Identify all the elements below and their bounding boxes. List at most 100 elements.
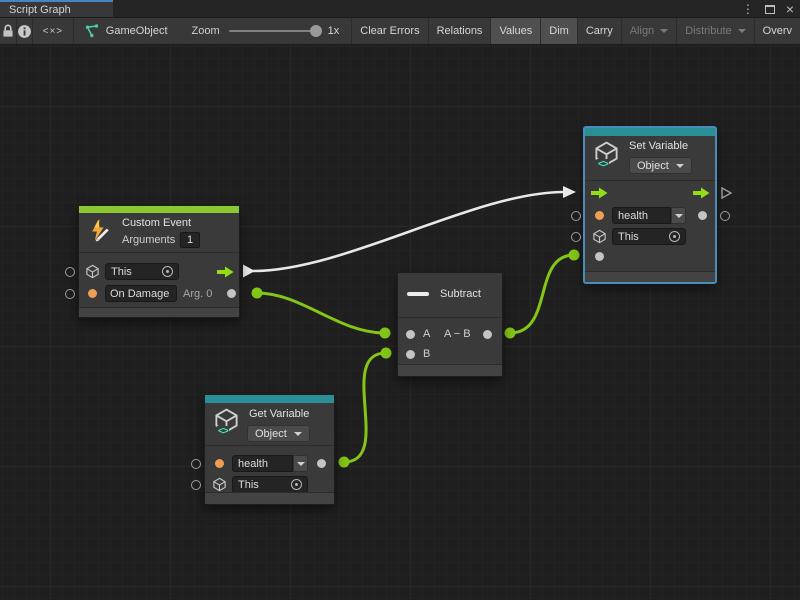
node-footer [79,307,239,317]
scope-value: Object [255,428,287,440]
value-output-port[interactable] [698,211,707,220]
result-output-port[interactable] [483,330,492,339]
node-custom-event[interactable]: Custom Event Arguments 1 This On Damage … [78,205,240,318]
ext-input-port[interactable] [571,232,581,242]
gameobject-label: GameObject [106,25,168,37]
scope-dropdown[interactable]: Object [247,425,310,442]
arguments-input[interactable]: 1 [180,232,200,248]
window-menu-icon[interactable]: ⋮ [742,3,754,15]
port-endpoint-dot[interactable] [569,250,580,261]
arguments-label: Arguments [122,234,175,246]
input-b-port[interactable] [406,350,415,359]
wire-arrowhead [563,186,576,198]
variable-name-port[interactable] [215,459,224,468]
target-picker-icon[interactable] [669,231,680,242]
ext-input-port[interactable] [191,459,201,469]
tab-script-graph[interactable]: Script Graph [0,0,113,17]
cube-icon [592,229,607,244]
align-label: Align [630,25,654,37]
info-icon [17,24,32,39]
target-field[interactable]: This [612,228,686,245]
scope-dropdown[interactable]: Object [629,157,692,174]
wire-value-subtract-setvariable[interactable] [510,255,574,333]
port-endpoint-dot[interactable] [252,288,263,299]
carry-button[interactable]: Carry [578,18,622,44]
chevron-down-icon [297,462,305,466]
port-endpoint-dot[interactable] [381,348,392,359]
zoom-slider[interactable] [229,30,319,32]
target-value: This [111,266,132,278]
code-icon: <×> [43,26,64,37]
variable-name-field[interactable]: health [232,455,293,472]
node-footer [585,271,715,282]
align-dropdown[interactable]: Align [622,18,677,44]
input-a-port[interactable] [406,330,415,339]
node-set-variable[interactable]: <> Set Variable Object health This [584,127,716,283]
variable-name-dropdown[interactable] [293,455,308,472]
wire-value-arg0-subtract-a[interactable] [257,293,385,333]
distribute-dropdown[interactable]: Distribute [677,18,754,44]
ext-input-port[interactable] [65,267,75,277]
wire-flow-customevent-setvariable[interactable] [253,192,564,271]
node-title: Set Variable [629,140,688,152]
wire-value-getvariable-subtract-b[interactable] [344,353,386,462]
code-preview-button[interactable]: <×> [33,18,74,44]
graph-owner[interactable]: GameObject [74,18,180,44]
node-get-variable[interactable]: <> Get Variable Object health This [204,394,335,505]
info-button[interactable] [17,18,33,44]
variable-name-port[interactable] [595,211,604,220]
port-endpoint-dot[interactable] [380,328,391,339]
zoom-slider-handle[interactable] [310,25,322,37]
input-b-label: B [423,348,430,360]
maximize-icon[interactable] [765,5,775,14]
divider [79,252,239,253]
target-value: This [238,479,259,491]
flow-out-connected-triangle[interactable] [243,265,255,278]
graph-toolbar: <×> GameObject Zoom 1x Clear Errors Rela… [0,18,800,45]
target-field[interactable]: This [105,263,179,280]
variable-name-value: health [238,458,268,470]
target-field[interactable]: This [232,476,308,493]
node-subtract[interactable]: Subtract A A − B B [397,272,503,377]
arg0-label: Arg. 0 [183,288,212,300]
tab-title: Script Graph [9,4,71,16]
clear-errors-button[interactable]: Clear Errors [352,18,428,44]
chevron-down-icon [660,29,668,33]
event-name-field[interactable]: On Damage [105,285,177,302]
event-name-port[interactable] [88,289,97,298]
ext-input-port[interactable] [191,480,201,490]
port-endpoint-dot[interactable] [505,328,516,339]
ext-input-port[interactable] [65,289,75,299]
cube-icon [85,264,100,279]
port-endpoint-dot[interactable] [339,457,350,468]
arg0-output-port[interactable] [227,289,236,298]
close-icon[interactable]: × [786,2,794,16]
values-toggle[interactable]: Values [491,18,541,44]
target-picker-icon[interactable] [291,479,302,490]
output-label: A − B [444,328,471,340]
relations-button[interactable]: Relations [429,18,492,44]
value-output-port[interactable] [317,459,326,468]
overview-button[interactable]: Overv [755,18,800,44]
flow-out-arrow[interactable] [693,187,710,199]
graph-canvas[interactable]: Custom Event Arguments 1 This On Damage … [0,45,800,599]
dim-toggle[interactable]: Dim [541,18,578,44]
chevron-down-icon [675,214,683,218]
ext-output-port[interactable] [720,211,730,221]
value-input-port[interactable] [595,252,604,261]
variable-name-field[interactable]: health [612,207,671,224]
subtract-icon [407,292,429,296]
flow-out-arrow[interactable] [217,266,234,278]
distribute-label: Distribute [685,25,731,37]
variable-colorbar [205,395,334,403]
cube-icon [212,477,227,492]
target-picker-icon[interactable] [162,266,173,277]
variable-name-dropdown[interactable] [671,207,686,224]
ext-flow-out-port[interactable] [720,186,733,200]
node-title: Custom Event [122,217,191,229]
lock-button[interactable] [0,18,17,44]
ext-input-port[interactable] [571,211,581,221]
target-value: This [618,231,639,243]
flow-in-arrow[interactable] [591,187,608,199]
event-name-value: On Damage [110,288,169,300]
